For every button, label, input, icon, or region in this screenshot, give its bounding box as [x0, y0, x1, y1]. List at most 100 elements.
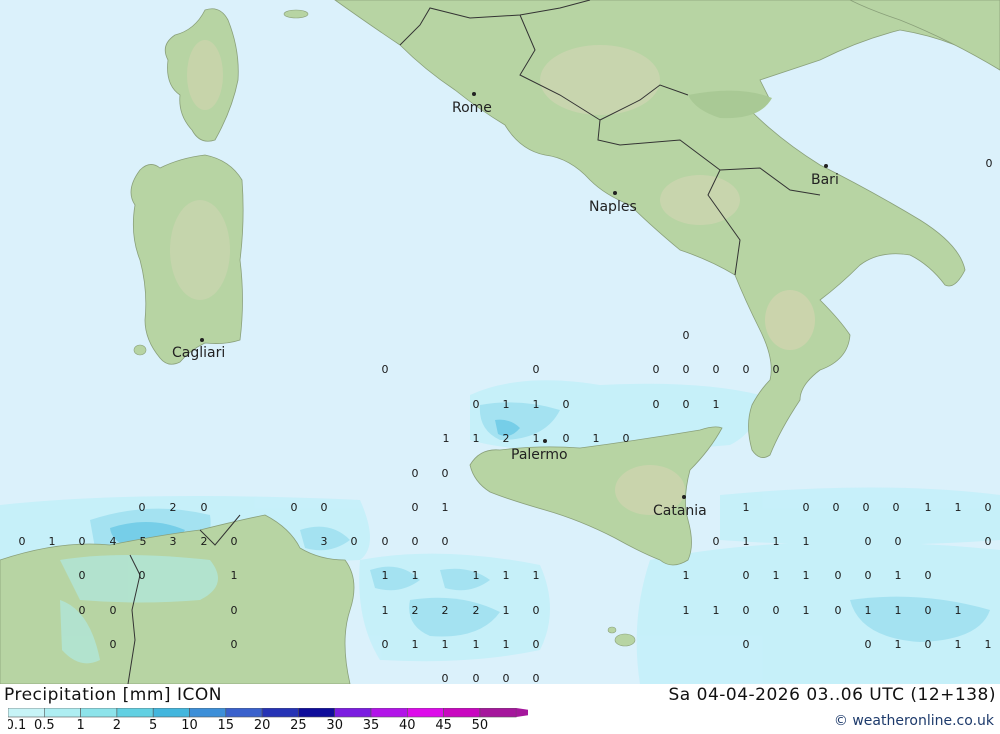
precip-value: 0 — [503, 672, 510, 684]
precip-value: 1 — [412, 638, 419, 651]
precip-value: 0 — [231, 535, 238, 548]
precip-value: 1 — [683, 604, 690, 617]
legend-swatch — [443, 707, 481, 718]
precip-value: 0 — [442, 672, 449, 684]
legend-tick-label: 45 — [435, 718, 452, 730]
precip-value: 1 — [231, 569, 238, 582]
precip-value: 3 — [321, 535, 328, 548]
precip-value: 1 — [412, 569, 419, 582]
precip-value: 1 — [503, 638, 510, 651]
svg-text:Palermo: Palermo — [511, 447, 568, 463]
legend-swatch — [189, 707, 227, 718]
forecast-run-time: Sa 04-04-2026 03..06 UTC (12+138) — [668, 685, 996, 705]
precip-value: 0 — [865, 638, 872, 651]
precip-value: 1 — [955, 604, 962, 617]
svg-text:Bari: Bari — [811, 172, 839, 188]
precip-value: 1 — [865, 604, 872, 617]
precip-value: 2 — [473, 604, 480, 617]
precip-value: 0 — [442, 535, 449, 548]
precip-value: 1 — [925, 501, 932, 514]
precip-value: 1 — [473, 638, 480, 651]
precip-value: 0 — [925, 569, 932, 582]
legend-tick-label: 15 — [218, 718, 235, 730]
precip-value: 0 — [382, 535, 389, 548]
footer-bar: Precipitation [mm] ICON Sa 04-04-2026 03… — [0, 684, 1000, 733]
legend-swatch — [261, 707, 299, 718]
precip-value: 2 — [201, 535, 208, 548]
precip-value: 1 — [743, 535, 750, 548]
precipitation-map[interactable]: Rome Naples Bari Cagliari Palermo Catani… — [0, 0, 1000, 684]
precip-value: 0 — [382, 363, 389, 376]
precip-value: 0 — [835, 604, 842, 617]
precip-value: 0 — [533, 604, 540, 617]
credit-link[interactable]: © weatheronline.co.uk — [834, 713, 994, 729]
svg-text:Catania: Catania — [653, 503, 707, 519]
legend-swatch — [406, 707, 444, 718]
precip-value: 1 — [473, 569, 480, 582]
legend-swatch — [80, 707, 118, 718]
precip-value: 0 — [865, 569, 872, 582]
precip-value: 5 — [140, 535, 147, 548]
legend-swatch — [370, 707, 408, 718]
precip-value: 0 — [803, 501, 810, 514]
precip-value: 0 — [893, 501, 900, 514]
legend-tick-label: 2 — [113, 718, 121, 730]
precip-value: 0 — [291, 501, 298, 514]
precip-value: 0 — [412, 535, 419, 548]
precip-value: 0 — [683, 329, 690, 342]
legend-tick-label: 5 — [149, 718, 157, 730]
legend-tick-label: 0.1 — [8, 718, 26, 730]
precip-value: 0 — [653, 398, 660, 411]
precip-value: 0 — [110, 638, 117, 651]
precip-value: 0 — [865, 535, 872, 548]
precip-value: 1 — [593, 432, 600, 445]
precip-value: 0 — [895, 535, 902, 548]
legend-tick-label: 1 — [76, 718, 84, 730]
precip-value: 1 — [773, 569, 780, 582]
precip-value: 0 — [563, 398, 570, 411]
legend-tick-label: 0.5 — [34, 718, 55, 730]
legend-swatch — [43, 707, 81, 718]
legend-arrow — [516, 708, 547, 717]
precip-value: 1 — [803, 569, 810, 582]
precip-value: 0 — [533, 363, 540, 376]
legend-swatch — [116, 707, 154, 718]
precip-value: 0 — [773, 604, 780, 617]
legend-tick-label: 50 — [472, 718, 489, 730]
precip-value: 0 — [863, 501, 870, 514]
precip-value: 0 — [835, 569, 842, 582]
precip-value: 2 — [442, 604, 449, 617]
precip-value: 0 — [683, 363, 690, 376]
precip-value: 0 — [139, 569, 146, 582]
legend-swatch — [479, 707, 517, 718]
precip-value: 1 — [895, 569, 902, 582]
precip-value: 0 — [986, 157, 993, 170]
precip-value: 1 — [382, 604, 389, 617]
precip-value: 1 — [382, 569, 389, 582]
precip-value: 1 — [442, 638, 449, 651]
precip-value: 1 — [803, 535, 810, 548]
legend-swatch — [225, 707, 263, 718]
precip-value: 0 — [412, 501, 419, 514]
precip-value: 1 — [503, 569, 510, 582]
precip-value: 1 — [955, 501, 962, 514]
legend-tick-label: 30 — [326, 718, 343, 730]
svg-text:Rome: Rome — [452, 100, 492, 116]
legend-tick-label: 20 — [254, 718, 271, 730]
precip-value: 0 — [473, 672, 480, 684]
precip-value: 2 — [170, 501, 177, 514]
precip-value: 0 — [382, 638, 389, 651]
precipitation-legend: 0.1 0.5 1 2 5 10 15 20 25 30 35 40 45 50 — [6, 707, 547, 733]
legend-swatch — [7, 707, 45, 718]
precip-value: 4 — [110, 535, 117, 548]
precip-value: 1 — [773, 535, 780, 548]
precip-value: 0 — [533, 638, 540, 651]
precip-value: 0 — [683, 398, 690, 411]
precip-value: 0 — [231, 638, 238, 651]
precip-value: 0 — [79, 569, 86, 582]
precip-value: 1 — [895, 638, 902, 651]
map-title: Precipitation [mm] ICON — [4, 685, 222, 705]
precip-value: 0 — [412, 467, 419, 480]
precip-value: 1 — [503, 604, 510, 617]
precip-value: 1 — [895, 604, 902, 617]
